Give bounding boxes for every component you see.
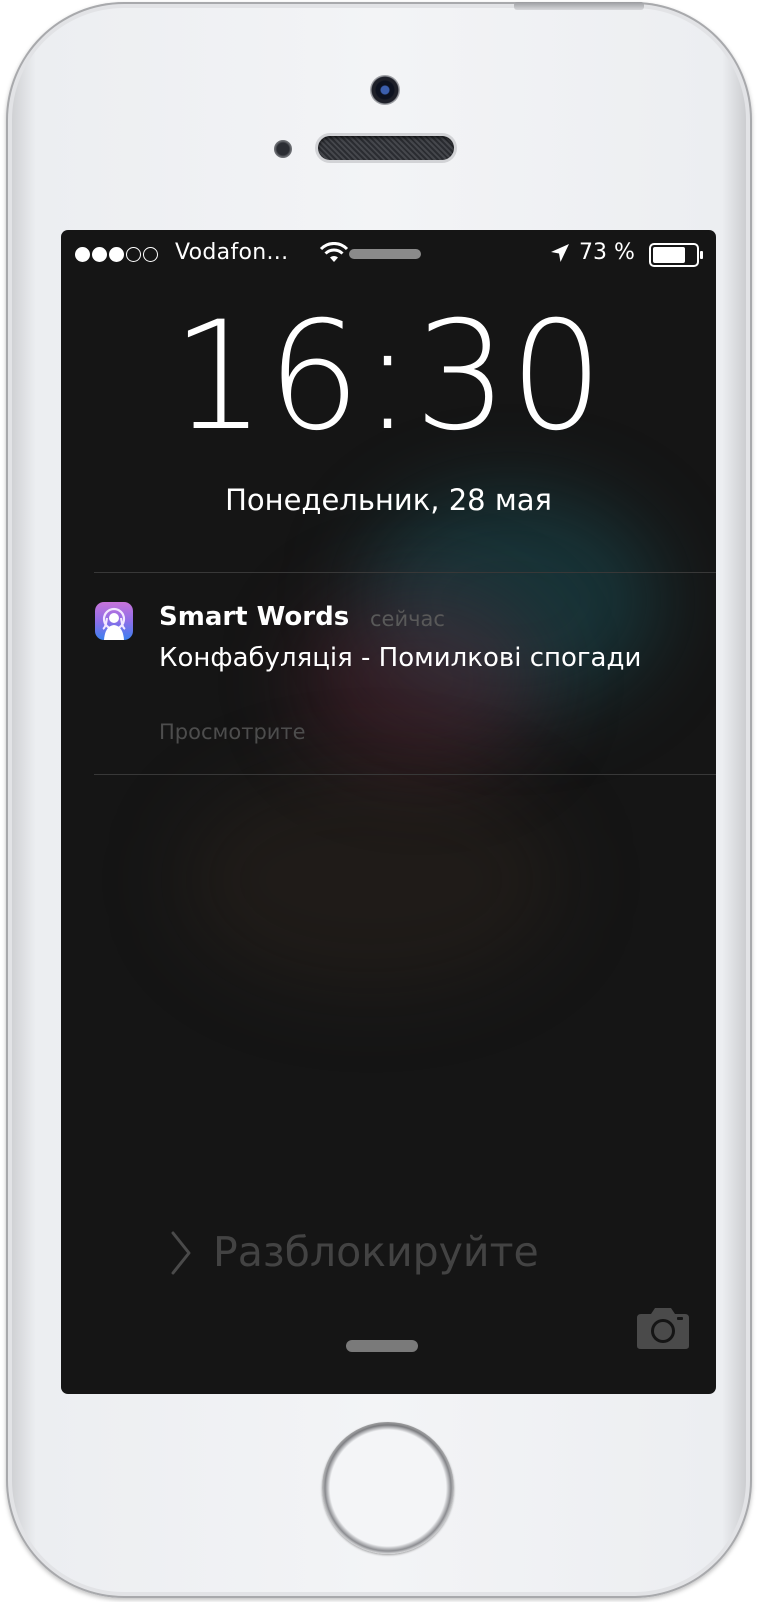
lock-screen-time: 16:30 bbox=[171, 290, 606, 464]
lock-screen-date: Понедельник, 28 мая bbox=[225, 483, 552, 517]
smart-words-app-icon bbox=[95, 602, 133, 640]
chevron-right-icon bbox=[169, 1230, 195, 1280]
power-button bbox=[514, 2, 644, 10]
unlock-hint-text: Разблокируйте bbox=[213, 1228, 539, 1276]
control-center-handle[interactable] bbox=[346, 1340, 418, 1352]
signal-dot bbox=[143, 247, 158, 262]
signal-dot bbox=[126, 247, 141, 262]
earpiece-speaker bbox=[318, 136, 454, 160]
battery-icon bbox=[649, 243, 705, 273]
notification-action-hint[interactable]: Просмотрите bbox=[159, 720, 306, 744]
notification-card[interactable]: Smart Words сейчас Конфабуляція - Помилк… bbox=[61, 572, 716, 772]
notification-divider-bottom bbox=[94, 774, 716, 775]
wifi-icon bbox=[319, 242, 349, 270]
signal-dot bbox=[92, 247, 107, 262]
notification-app-name: Smart Words bbox=[159, 602, 350, 632]
home-button[interactable] bbox=[322, 1422, 454, 1554]
signal-dot bbox=[109, 247, 124, 262]
camera-icon[interactable] bbox=[635, 1306, 691, 1354]
proximity-sensor bbox=[274, 140, 292, 158]
carrier-name: Vodafon... bbox=[175, 240, 289, 265]
lock-screen: Vodafon... 73 % 16:30 Понедельник, 28 ма… bbox=[61, 230, 716, 1394]
phone-frame: Vodafon... 73 % 16:30 Понедельник, 28 ма… bbox=[6, 2, 752, 1598]
status-bar: Vodafon... 73 % bbox=[61, 230, 716, 274]
drag-handle[interactable] bbox=[349, 249, 421, 259]
signal-strength-indicator bbox=[75, 247, 158, 262]
notification-timestamp: сейчас bbox=[370, 607, 445, 631]
front-camera bbox=[370, 75, 400, 105]
signal-dot bbox=[75, 247, 90, 262]
location-arrow-icon bbox=[548, 241, 572, 271]
notification-message: Конфабуляція - Помилкові спогади bbox=[159, 643, 642, 673]
battery-percentage: 73 % bbox=[579, 240, 635, 265]
